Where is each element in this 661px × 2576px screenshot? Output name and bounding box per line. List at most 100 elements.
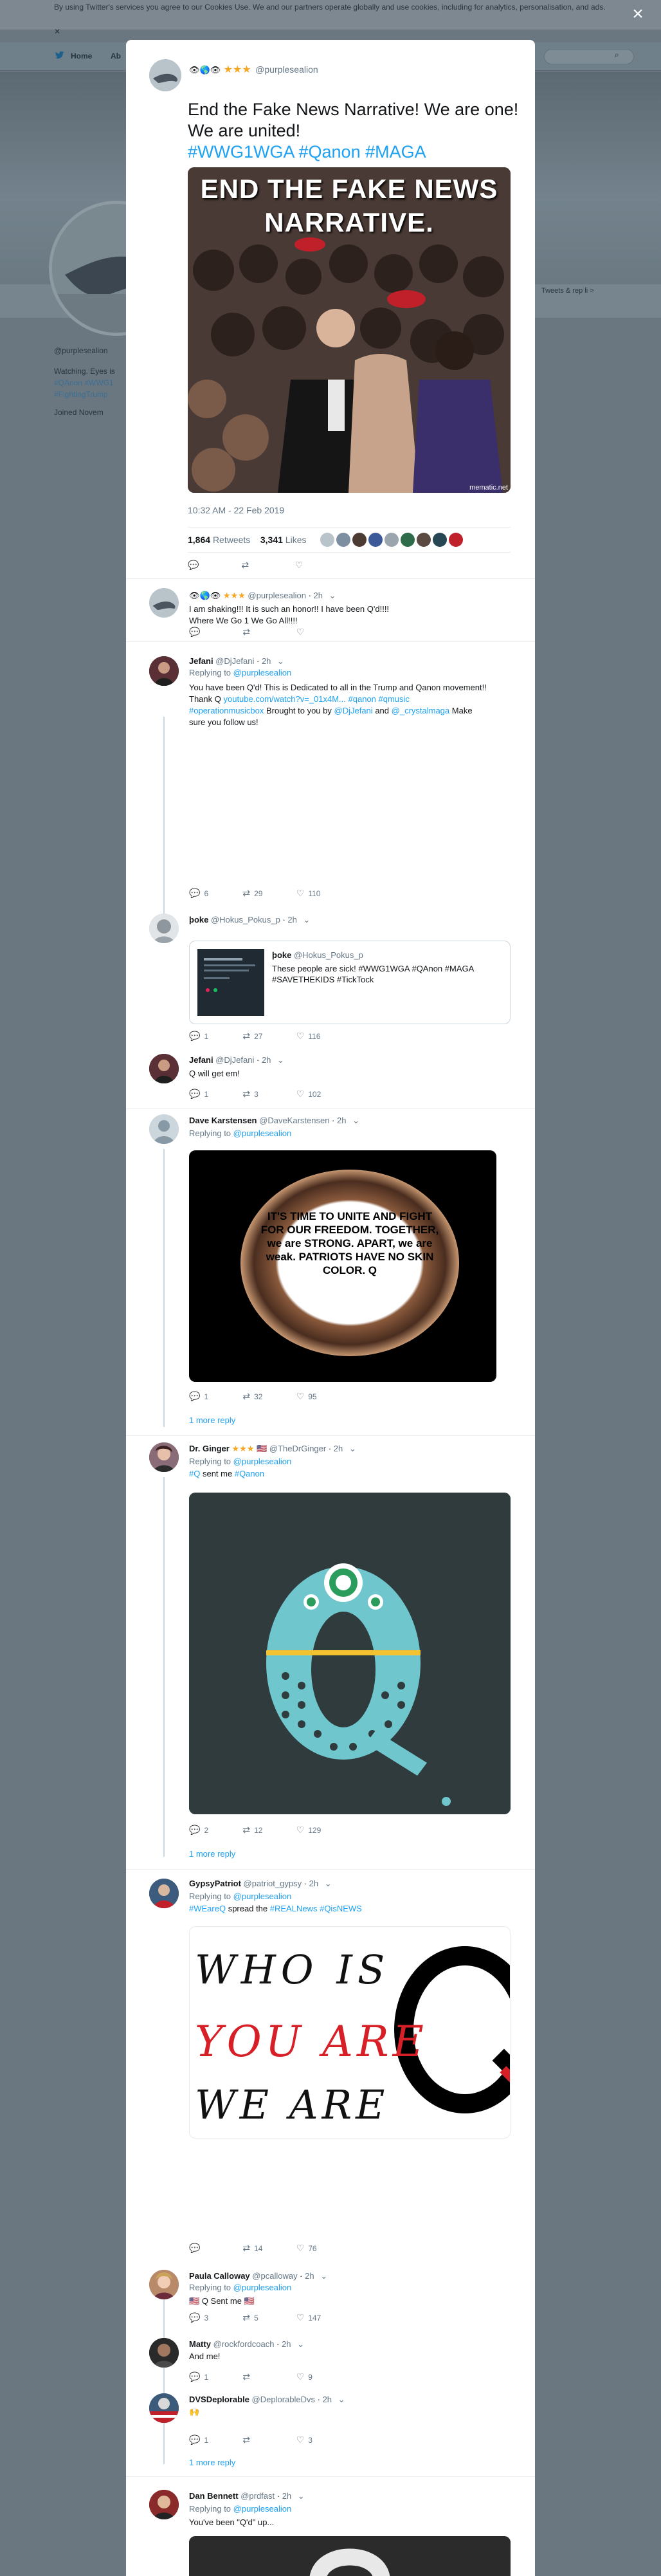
chevron-down-icon[interactable]: ⌄ (320, 2271, 327, 2281)
likes-count[interactable]: 3,341 (260, 535, 283, 545)
author-handle[interactable]: @purplesealion (255, 64, 318, 75)
nav-home[interactable]: Home (71, 51, 92, 60)
reply-time[interactable]: 2h (309, 1879, 318, 1888)
chevron-down-icon[interactable]: ⌄ (303, 915, 311, 925)
chevron-down-icon[interactable]: ⌄ (298, 2491, 305, 2501)
reply-time[interactable]: 2h (323, 2395, 332, 2404)
like-icon[interactable]: ♡ (296, 2434, 305, 2445)
avatar[interactable] (149, 1114, 179, 1144)
retweet-icon[interactable]: ⇄ (242, 2371, 250, 2382)
chevron-down-icon[interactable]: ⌄ (277, 1055, 284, 1065)
like-icon[interactable]: ♡ (296, 1825, 305, 1835)
like-icon[interactable]: ♡ (296, 2243, 305, 2254)
retweet-icon[interactable]: ⇄ (242, 2312, 250, 2323)
reply-icon[interactable]: 💬 (189, 627, 200, 638)
hashtag-link[interactable]: #REALNews (270, 1904, 318, 1913)
retweet-icon[interactable]: ⇄ (242, 1031, 250, 1042)
reply-time[interactable]: 2h (282, 2339, 291, 2349)
reply-name[interactable]: Jefani (189, 1055, 213, 1065)
avatar[interactable] (352, 533, 367, 547)
avatar[interactable] (433, 533, 447, 547)
reply-icon[interactable]: 💬 (189, 2243, 200, 2254)
retweet-icon[interactable]: ⇄ (242, 1089, 250, 1099)
replying-to-link[interactable]: @purplesealion (233, 2504, 292, 2514)
reply-handle[interactable]: @rockfordcoach (213, 2339, 275, 2349)
search-input[interactable] (544, 49, 634, 64)
quoted-handle[interactable]: @Hokus_Pokus_p (294, 950, 363, 960)
reply-handle[interactable]: @Hokus_Pokus_p (211, 915, 280, 925)
mention-link[interactable]: @DjJefani (334, 706, 373, 715)
avatar[interactable] (320, 533, 334, 547)
tweet-photo[interactable]: END THE FAKE NEWS NARRATIVE. mematic.net (188, 167, 511, 493)
reply-name[interactable]: þoke (189, 915, 208, 925)
more-replies-link[interactable]: 1 more reply (189, 2458, 235, 2467)
likes-label[interactable]: Likes (285, 535, 307, 545)
tweet-hashtags[interactable]: #WWG1WGA #Qanon #MAGA (188, 142, 426, 161)
reply-time[interactable]: 2h (282, 2491, 291, 2501)
like-icon[interactable]: ♡ (296, 2371, 305, 2382)
avatar[interactable] (149, 2270, 179, 2299)
retweet-icon[interactable]: ⇄ (242, 1825, 250, 1835)
avatar[interactable] (149, 914, 179, 943)
retweet-icon[interactable]: ⇄ (242, 2243, 250, 2254)
reply-handle[interactable]: @DeplorableDvs (252, 2395, 315, 2404)
search-icon[interactable]: ⌕ (615, 50, 619, 60)
more-replies-link[interactable]: 1 more reply (189, 1415, 235, 1425)
reply-time[interactable]: 2h (305, 2271, 314, 2281)
reply-handle[interactable]: @DaveKarstensen (259, 1116, 329, 1125)
hashtag-link[interactable]: #qanon #qmusic (349, 694, 410, 704)
avatar[interactable] (449, 533, 463, 547)
quoted-name[interactable]: þoke (272, 950, 291, 960)
reply-name[interactable]: GypsyPatriot (189, 1879, 241, 1888)
more-replies-link[interactable]: 1 more reply (189, 1849, 235, 1859)
reply-handle[interactable]: @patriot_gypsy (244, 1879, 302, 1888)
tweets-replies-tab[interactable]: Tweets & rep li > (541, 287, 594, 295)
like-icon[interactable]: ♡ (296, 1391, 305, 1402)
retweets-count[interactable]: 1,864 (188, 535, 210, 545)
reply-name[interactable]: Dan Bennett (189, 2491, 239, 2501)
reply-time[interactable]: 2h (262, 1055, 271, 1065)
star-emojis[interactable]: ★★★ (223, 591, 246, 600)
like-icon[interactable]: ♡ (295, 560, 303, 571)
replying-to-link[interactable]: @purplesealion (233, 668, 292, 677)
reply-time[interactable]: 2h (337, 1116, 346, 1125)
reply-name[interactable]: Paula Calloway (189, 2271, 250, 2281)
hashtag-link[interactable]: #QisNEWS (320, 1904, 362, 1913)
reply-handle[interactable]: @prdfast (240, 2491, 275, 2501)
reply-handle[interactable]: @DjJefani (215, 656, 254, 666)
reply-name[interactable]: Jefani (189, 656, 213, 666)
reply-name[interactable]: Dr. Ginger (189, 1444, 230, 1453)
avatar[interactable] (368, 533, 383, 547)
chevron-down-icon[interactable]: ⌄ (297, 2339, 304, 2349)
chevron-down-icon[interactable]: ⌄ (325, 1879, 332, 1888)
reply-time[interactable]: 2h (287, 915, 296, 925)
chevron-down-icon[interactable]: ⌄ (329, 591, 336, 600)
twitter-bird-icon[interactable] (54, 50, 64, 60)
reply-icon[interactable]: 💬 (189, 1825, 200, 1835)
avatar[interactable] (336, 533, 350, 547)
reply-handle[interactable]: @DjJefani (215, 1055, 254, 1065)
like-icon[interactable]: ♡ (296, 1031, 305, 1042)
retweet-icon[interactable]: ⇄ (241, 560, 249, 571)
like-icon[interactable]: ♡ (296, 2312, 305, 2323)
reply-name[interactable]: Matty (189, 2339, 211, 2349)
q-logo-image[interactable] (189, 1493, 511, 1814)
avatar[interactable] (401, 533, 415, 547)
reply-time[interactable]: 2h (262, 656, 271, 666)
avatar[interactable] (149, 1442, 179, 1472)
reply-icon[interactable]: 💬 (189, 1031, 200, 1042)
avatar[interactable] (149, 59, 181, 91)
hashtag-link[interactable]: #Qanon (235, 1469, 264, 1478)
quoted-tweet[interactable]: þoke @Hokus_Pokus_p These people are sic… (189, 941, 511, 1024)
replying-to-link[interactable]: @purplesealion (233, 1891, 292, 1901)
author-name[interactable]: 👁🌎👁 ★★★ @purplesealion (189, 63, 318, 76)
cookie-close-icon[interactable]: ✕ (54, 27, 60, 36)
tweet-timestamp[interactable]: 10:32 AM - 22 Feb 2019 (188, 505, 284, 515)
avatar[interactable] (149, 656, 179, 686)
youtube-link[interactable]: youtube.com/watch?v=_01x4M... (223, 694, 345, 704)
reply-icon[interactable]: 💬 (188, 560, 199, 571)
avatar[interactable] (417, 533, 431, 547)
reply-icon[interactable]: 💬 (189, 1391, 200, 1402)
reply-handle[interactable]: @pcalloway (252, 2271, 297, 2281)
avatar[interactable] (149, 588, 179, 618)
